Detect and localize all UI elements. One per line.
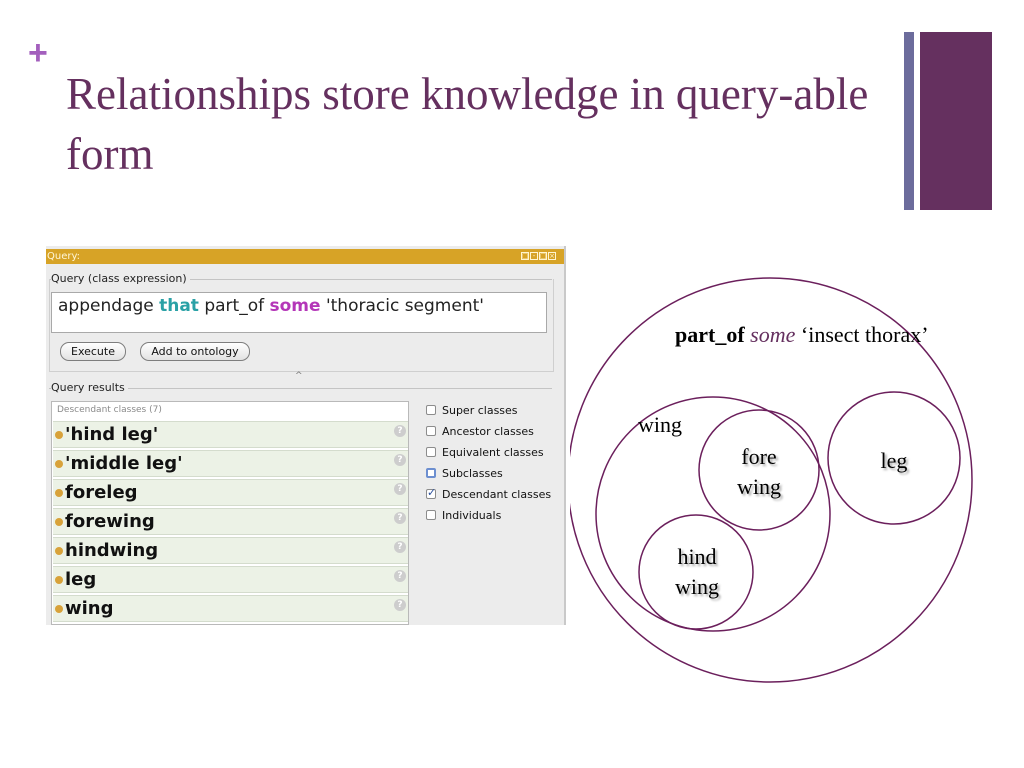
wing-label: wing [638,412,682,437]
result-label: 'middle leg' [65,453,183,474]
result-row[interactable]: hindwing ? [53,537,408,564]
result-row[interactable]: 'hind leg' ? [53,421,408,448]
outer-circle-label: part_of some ‘insect thorax’ [675,320,935,350]
splitter-handle-icon[interactable]: ^ [295,371,303,381]
help-icon[interactable]: ? [394,599,406,611]
venn-diagram: part_of some ‘insect thorax’ wing fore w… [570,270,980,690]
checkbox-checked[interactable] [426,486,436,499]
window-buttons: □ - □ × [521,252,556,260]
leg-label: leg [880,448,908,473]
result-label: 'hind leg' [65,424,159,445]
help-icon[interactable]: ? [394,512,406,524]
outer-label-italic: some [750,322,796,347]
outer-label-bold: part_of [675,322,745,347]
restore-icon[interactable]: □ [521,252,529,260]
checkbox[interactable] [426,510,436,520]
result-label: forewing [65,511,155,532]
class-dot-icon [55,518,63,526]
class-dot-icon [55,431,63,439]
result-label: wing [65,598,114,619]
results-group-label: Query results [51,381,128,394]
result-row[interactable]: wing ? [53,595,408,622]
expr-keyword-some: some [269,296,321,316]
option-label: Descendant classes [442,488,552,501]
close-icon[interactable]: × [548,252,556,260]
help-icon[interactable]: ? [394,541,406,553]
panel-title: Query: [47,251,81,262]
result-row[interactable]: foreleg ? [53,479,408,506]
result-row[interactable]: forewing ? [53,508,408,535]
add-to-ontology-button[interactable]: Add to ontology [140,342,250,361]
result-label: hindwing [65,540,159,561]
option-label: Equivalent classes [442,446,544,459]
expr-text-3: 'thoracic segment' [320,296,484,316]
help-icon[interactable]: ? [394,483,406,495]
expr-text-1: appendage [58,296,160,316]
help-icon[interactable]: ? [394,570,406,582]
fore-wing-label: fore wing [737,444,781,499]
class-expression-input[interactable]: appendage that part_of some 'thoracic se… [51,292,547,333]
help-icon[interactable]: ? [394,425,406,437]
help-icon[interactable]: ? [394,454,406,466]
hind-wing-label: hind wing [675,544,719,599]
option-label: Super classes [442,404,518,417]
plus-bullet-icon: + [28,34,48,72]
results-header: Descendant classes (7) [57,405,162,415]
panel-titlebar: Query: □ - □ × [46,249,564,264]
maximize-icon[interactable]: □ [539,252,547,260]
class-dot-icon [55,460,63,468]
minimize-icon[interactable]: - [530,252,538,260]
checkbox[interactable] [426,447,436,457]
option-label: Individuals [442,509,502,522]
class-dot-icon [55,489,63,497]
result-row[interactable]: leg ? [53,566,408,593]
class-dot-icon [55,605,63,613]
slide-title: Relationships store knowledge in query-a… [66,69,869,179]
result-label: foreleg [65,482,138,503]
checkbox[interactable] [426,468,436,478]
class-dot-icon [55,547,63,555]
result-label: leg [65,569,97,590]
checkbox[interactable] [426,426,436,436]
outer-label-rest: ‘insect thorax’ [800,322,929,347]
class-dot-icon [55,576,63,584]
expr-keyword-that: that [159,296,199,316]
decor-bar-thin [904,32,914,210]
expression-group-label: Query (class expression) [51,272,190,285]
decor-bar-wide [920,32,992,210]
option-label: Subclasses [442,467,503,480]
option-label: Ancestor classes [442,425,534,438]
checkbox[interactable] [426,405,436,415]
results-list[interactable]: Descendant classes (7) 'hind leg' ? 'mid… [51,401,409,625]
result-row[interactable]: 'middle leg' ? [53,450,408,477]
execute-button[interactable]: Execute [60,342,126,361]
expr-text-2: part_of [198,296,270,316]
query-panel: Query: □ - □ × Query (class expression) … [46,246,566,625]
